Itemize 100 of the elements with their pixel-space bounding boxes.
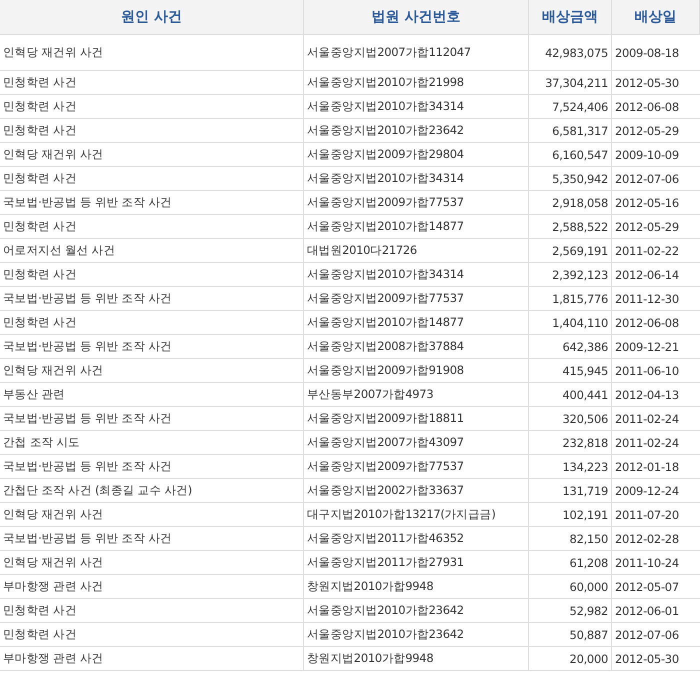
table-cell: 서울중앙지법2009가합18811	[304, 407, 529, 431]
table-cell: 서울중앙지법2009가합77537	[304, 287, 529, 311]
table-cell: 2,392,123	[529, 263, 612, 287]
table-cell: 민청학련 사건	[0, 599, 304, 623]
table-cell: 2,588,522	[529, 215, 612, 239]
table-cell: 2009-08-18	[612, 35, 700, 71]
table-cell: 간첩 조작 시도	[0, 431, 304, 455]
table-cell: 서울중앙지법2009가합77537	[304, 455, 529, 479]
table-cell: 2012-05-16	[612, 191, 700, 215]
table-cell: 102,191	[529, 503, 612, 527]
table-cell: 민청학련 사건	[0, 95, 304, 119]
table-cell: 131,719	[529, 479, 612, 503]
table-cell: 부마항쟁 관련 사건	[0, 575, 304, 599]
column-header: 배상금액	[529, 0, 612, 35]
table-cell: 대구지법2010가합13217(가지급금)	[304, 503, 529, 527]
table-cell: 60,000	[529, 575, 612, 599]
table-cell: 서울중앙지법2010가합23642	[304, 623, 529, 647]
table-cell: 2012-04-13	[612, 383, 700, 407]
column-header: 법원 사건번호	[304, 0, 529, 35]
column-header: 원인 사건	[0, 0, 304, 35]
table-cell: 부산동부2007가합4973	[304, 383, 529, 407]
table-cell: 서울중앙지법2010가합34314	[304, 167, 529, 191]
table-cell: 2011-10-24	[612, 551, 700, 575]
table-cell: 국보법·반공법 등 위반 조작 사건	[0, 191, 304, 215]
table-cell: 2012-02-28	[612, 527, 700, 551]
table-cell: 2012-06-14	[612, 263, 700, 287]
table-cell: 2011-02-24	[612, 407, 700, 431]
table-cell: 20,000	[529, 647, 612, 671]
table-cell: 415,945	[529, 359, 612, 383]
table-cell: 민청학련 사건	[0, 167, 304, 191]
table-cell: 서울중앙지법2007가합43097	[304, 431, 529, 455]
table-cell: 서울중앙지법2010가합14877	[304, 311, 529, 335]
table-cell: 서울중앙지법2010가합14877	[304, 215, 529, 239]
table-cell: 서울중앙지법2010가합34314	[304, 263, 529, 287]
table-cell: 400,441	[529, 383, 612, 407]
table-cell: 민청학련 사건	[0, 263, 304, 287]
table-cell: 61,208	[529, 551, 612, 575]
table-cell: 서울중앙지법2002가합33637	[304, 479, 529, 503]
table-cell: 서울중앙지법2009가합77537	[304, 191, 529, 215]
table-cell: 2012-01-18	[612, 455, 700, 479]
table-cell: 42,983,075	[529, 35, 612, 71]
table-cell: 232,818	[529, 431, 612, 455]
table-cell: 서울중앙지법2010가합23642	[304, 599, 529, 623]
table-cell: 인혁당 재건위 사건	[0, 551, 304, 575]
table-cell: 2,569,191	[529, 239, 612, 263]
table-cell: 2009-12-24	[612, 479, 700, 503]
table-cell: 2012-06-01	[612, 599, 700, 623]
table-cell: 2,918,058	[529, 191, 612, 215]
column-header: 배상일	[612, 0, 700, 35]
table-cell: 2011-06-10	[612, 359, 700, 383]
table-cell: 6,160,547	[529, 143, 612, 167]
table-cell: 50,887	[529, 623, 612, 647]
table-cell: 어로저지선 월선 사건	[0, 239, 304, 263]
table-cell: 인혁당 재건위 사건	[0, 503, 304, 527]
table-cell: 국보법·반공법 등 위반 조작 사건	[0, 335, 304, 359]
table-cell: 서울중앙지법2008가합37884	[304, 335, 529, 359]
table-cell: 2012-05-29	[612, 215, 700, 239]
table-cell: 2009-12-21	[612, 335, 700, 359]
table-cell: 서울중앙지법2007가합112047	[304, 35, 529, 71]
table-cell: 2011-02-22	[612, 239, 700, 263]
table-cell: 대법원2010다21726	[304, 239, 529, 263]
table-cell: 부동산 관련	[0, 383, 304, 407]
table-cell: 부마항쟁 관련 사건	[0, 647, 304, 671]
table-cell: 82,150	[529, 527, 612, 551]
table-cell: 2012-06-08	[612, 95, 700, 119]
table-cell: 창원지법2010가합9948	[304, 575, 529, 599]
table-cell: 인혁당 재건위 사건	[0, 35, 304, 71]
table-cell: 642,386	[529, 335, 612, 359]
table-cell: 민청학련 사건	[0, 119, 304, 143]
table-cell: 2012-05-07	[612, 575, 700, 599]
table-cell: 52,982	[529, 599, 612, 623]
table-cell: 국보법·반공법 등 위반 조작 사건	[0, 527, 304, 551]
table-cell: 국보법·반공법 등 위반 조작 사건	[0, 455, 304, 479]
table-cell: 인혁당 재건위 사건	[0, 143, 304, 167]
table-cell: 민청학련 사건	[0, 623, 304, 647]
table-cell: 서울중앙지법2009가합29804	[304, 143, 529, 167]
table-cell: 서울중앙지법2011가합46352	[304, 527, 529, 551]
table-cell: 7,524,406	[529, 95, 612, 119]
table-cell: 서울중앙지법2009가합91908	[304, 359, 529, 383]
table-cell: 서울중앙지법2011가합27931	[304, 551, 529, 575]
table-cell: 2011-12-30	[612, 287, 700, 311]
table-cell: 서울중앙지법2010가합23642	[304, 119, 529, 143]
table-cell: 2012-07-06	[612, 167, 700, 191]
table-cell: 민청학련 사건	[0, 71, 304, 95]
table-cell: 서울중앙지법2010가합21998	[304, 71, 529, 95]
table-cell: 2012-05-29	[612, 119, 700, 143]
table-cell: 민청학련 사건	[0, 215, 304, 239]
table-cell: 1,404,110	[529, 311, 612, 335]
table-cell: 5,350,942	[529, 167, 612, 191]
table-cell: 320,506	[529, 407, 612, 431]
table-cell: 창원지법2010가합9948	[304, 647, 529, 671]
table-cell: 2011-07-20	[612, 503, 700, 527]
table-cell: 서울중앙지법2010가합34314	[304, 95, 529, 119]
table-cell: 민청학련 사건	[0, 311, 304, 335]
table-cell: 인혁당 재건위 사건	[0, 359, 304, 383]
table-cell: 1,815,776	[529, 287, 612, 311]
table-cell: 2012-05-30	[612, 647, 700, 671]
table-cell: 2012-06-08	[612, 311, 700, 335]
table-cell: 37,304,211	[529, 71, 612, 95]
table-cell: 134,223	[529, 455, 612, 479]
